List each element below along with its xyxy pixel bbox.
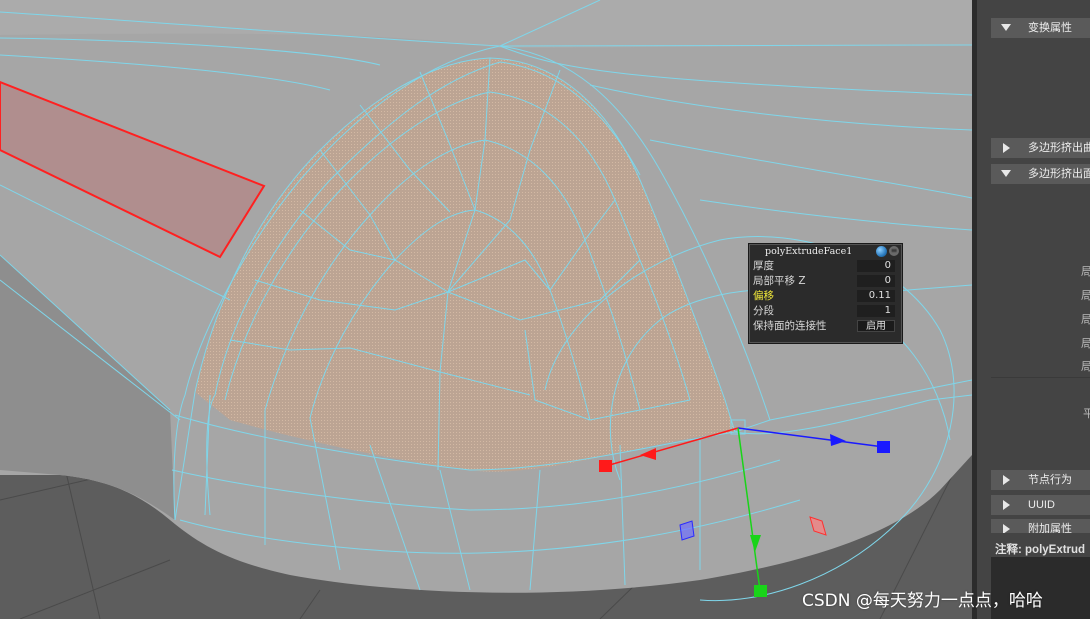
hud-row-offset: 偏移 0.11 [749, 289, 902, 304]
axis-z-cube [877, 441, 890, 453]
section-poly-extrude-curve[interactable]: 多边形挤出曲 [991, 138, 1090, 158]
watermark-text: CSDN @每天努力一点点，哈哈 [802, 591, 1043, 611]
section-node-behavior[interactable]: 节点行为 [991, 470, 1090, 490]
section-uuid[interactable]: UUID [991, 495, 1090, 515]
hud-label-divisions: 分段 [753, 305, 774, 317]
attr-label-truncated: 局 [1081, 311, 1090, 327]
section-label: UUID [1028, 499, 1055, 511]
hud-value-local-translate-z[interactable]: 0 [857, 275, 895, 287]
axis-x-cube [599, 460, 612, 472]
hud-value-offset[interactable]: 0.11 [857, 290, 895, 302]
section-extra-attributes[interactable]: 附加属性 [991, 519, 1090, 533]
attribute-editor-panel: 变换属性 多边形挤出曲 多边形挤出面 局 局 局 局 局 平 节点行为 UUID… [972, 0, 1090, 619]
hud-value-divisions[interactable]: 1 [857, 305, 895, 317]
attr-label-truncated: 局 [1081, 263, 1090, 279]
divider [991, 377, 1090, 378]
section-transform-attributes[interactable]: 变换属性 [991, 18, 1090, 38]
hud-title-text: polyExtrudeFace1 [765, 246, 853, 257]
hud-row-keep-faces-together: 保持面的连接性 启用 [749, 319, 902, 334]
hud-row-divisions: 分段 1 [749, 304, 902, 319]
hud-row-local-translate-z: 局部平移 Z 0 [749, 274, 902, 289]
hud-label-thickness: 厚度 [753, 260, 774, 272]
polyextrude-hud: polyExtrudeFace1 ≡ 厚度 0 局部平移 Z 0 偏移 0.11… [748, 243, 903, 344]
collapsed-right-icon [1003, 475, 1010, 485]
section-label: 附加属性 [1028, 523, 1072, 533]
globe-icon[interactable] [876, 246, 887, 257]
hud-title: polyExtrudeFace1 ≡ [749, 244, 902, 259]
section-label: 节点行为 [1028, 474, 1072, 486]
menu-icon[interactable]: ≡ [889, 246, 899, 256]
attr-label-truncated: 局 [1081, 287, 1090, 303]
attr-label-truncated: 平 [1083, 405, 1090, 421]
attr-label-truncated: 局 [1081, 358, 1090, 374]
hud-label-local-translate-z: 局部平移 Z [753, 275, 806, 287]
expand-down-icon [1001, 24, 1011, 31]
collapsed-right-icon [1003, 143, 1010, 153]
collapsed-right-icon [1003, 500, 1010, 510]
section-label: 变换属性 [1028, 22, 1072, 34]
hud-label-offset: 偏移 [753, 290, 774, 302]
attr-label-truncated: 局 [1081, 335, 1090, 351]
hud-toggle-keep-faces-together[interactable]: 启用 [857, 320, 895, 332]
section-label: 多边形挤出曲 [1028, 142, 1090, 154]
hud-row-thickness: 厚度 0 [749, 259, 902, 274]
hud-label-keep-faces-together: 保持面的连接性 [753, 320, 827, 332]
hud-value-thickness[interactable]: 0 [857, 260, 895, 272]
axis-y-cube [754, 585, 767, 597]
plane-handle-blue [679, 520, 695, 541]
expand-down-icon [1001, 170, 1011, 177]
section-poly-extrude-face[interactable]: 多边形挤出面 [991, 164, 1090, 184]
notes-label: 注释: polyExtrud [995, 544, 1086, 556]
viewport[interactable]: polyExtrudeFace1 ≡ 厚度 0 局部平移 Z 0 偏移 0.11… [0, 0, 972, 619]
collapsed-right-icon [1003, 524, 1010, 533]
section-label: 多边形挤出面 [1028, 168, 1090, 180]
